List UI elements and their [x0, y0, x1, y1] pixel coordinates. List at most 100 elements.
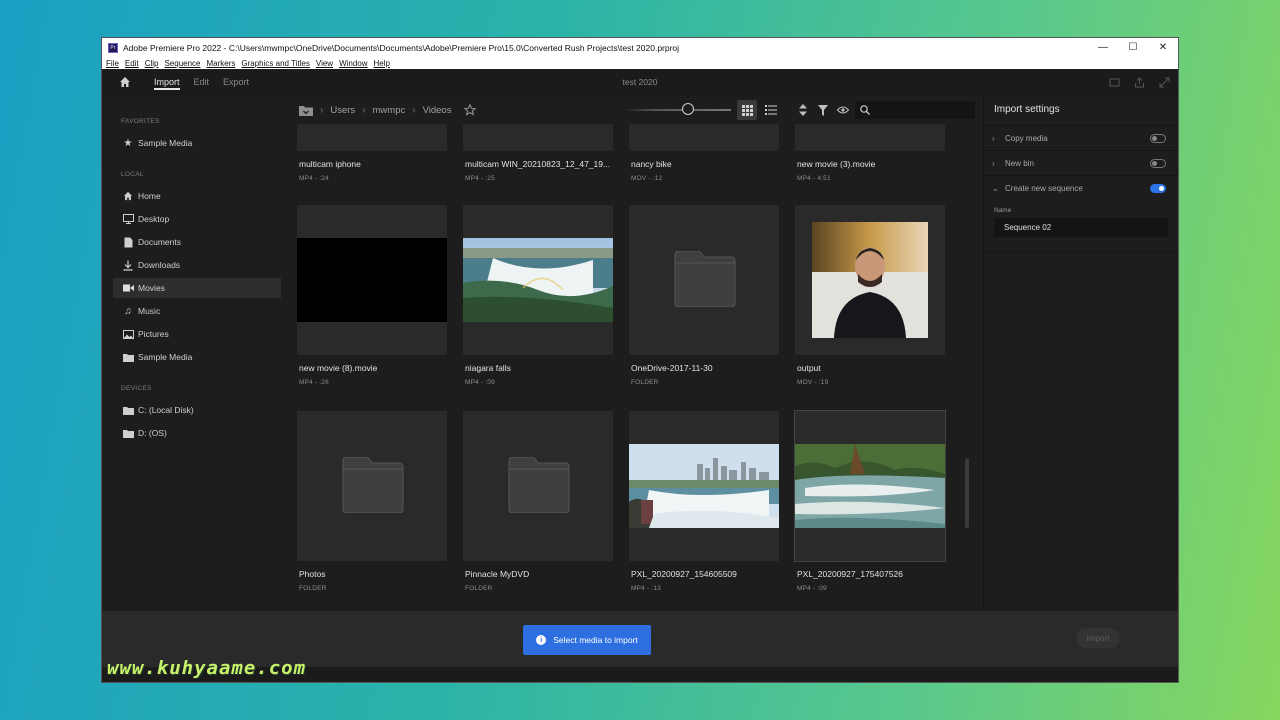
chevron-right-icon: › [992, 158, 995, 168]
breadcrumb: › Users › mwmpc › Videos [299, 104, 477, 116]
new-bin-row[interactable]: › New bin [984, 151, 1178, 176]
breadcrumb-users[interactable]: Users [330, 105, 355, 116]
create-sequence-row[interactable]: ⌄ Create new sequence [984, 176, 1178, 201]
sidebar-item-label: Pictures [138, 329, 169, 339]
thumbnail-size-slider[interactable] [623, 109, 731, 111]
media-thumbnail [297, 205, 447, 355]
sidebar-item-movies[interactable]: Movies [113, 278, 281, 298]
grid-view-button[interactable] [737, 100, 757, 120]
sidebar-item-label: Sample Media [138, 352, 193, 362]
menu-clip[interactable]: Clip [145, 59, 159, 68]
media-tile[interactable]: niagara falls MP4 - :09 [463, 205, 613, 386]
favorite-star-icon[interactable] [464, 104, 477, 116]
project-title: test 2020 [622, 76, 658, 87]
media-tile[interactable]: multicam WIN_20210823_12_47_19... MP4 - … [463, 124, 613, 182]
sidebar-item-music[interactable]: ♫ Music [113, 301, 281, 321]
media-name: Photos [299, 569, 326, 579]
media-meta: MOV - :12 [631, 175, 663, 182]
sidebar-item-documents[interactable]: Documents [113, 232, 281, 252]
sidebar-item-sample-media[interactable]: Sample Media [113, 347, 281, 367]
breadcrumb-separator: › [412, 104, 416, 116]
fullscreen-icon[interactable] [1159, 77, 1170, 88]
media-tile[interactable]: Photos FOLDER [297, 411, 447, 592]
menu-markers[interactable]: Markers [207, 59, 236, 68]
search-input[interactable] [875, 105, 970, 115]
breadcrumb-videos[interactable]: Videos [423, 105, 452, 116]
import-button[interactable]: Import [1076, 628, 1120, 648]
sidebar-item-drive-d[interactable]: D: (OS) [113, 423, 281, 443]
window-title: Adobe Premiere Pro 2022 - C:\Users\mwmpc… [123, 42, 680, 53]
select-media-label: Select media to import [553, 635, 638, 645]
folder-browse-icon[interactable] [299, 105, 313, 116]
sort-button[interactable] [793, 100, 813, 120]
browser-tools [793, 100, 853, 120]
sidebar-item-drive-c[interactable]: C: (Local Disk) [113, 400, 281, 420]
sidebar-item-home[interactable]: Home [113, 186, 281, 206]
import-settings-panel: Import settings › Copy media › New bin ⌄… [983, 96, 1178, 611]
media-thumbnail [629, 205, 779, 355]
media-name: new movie (3).movie [797, 159, 876, 169]
tab-import[interactable]: Import [154, 69, 180, 95]
media-meta: FOLDER [465, 585, 493, 592]
sidebar-item-label: Music [138, 306, 161, 316]
sidebar-item-sample-media-fav[interactable]: ★ Sample Media [113, 133, 281, 153]
media-tile[interactable]: PXL_20200927_154605509 MP4 - :13 [629, 411, 779, 592]
menu-window[interactable]: Window [339, 59, 367, 68]
media-tile[interactable]: new movie (3).movie MP4 - 4:51 [795, 124, 945, 182]
create-sequence-toggle[interactable] [1150, 184, 1166, 193]
import-workspace: FAVORITES ★ Sample Media LOCAL Home Desk… [102, 96, 1178, 611]
list-view-button[interactable] [761, 100, 781, 120]
maximize-button[interactable]: ☐ [1118, 38, 1148, 57]
menu-graphics-titles[interactable]: Graphics and Titles [241, 59, 309, 68]
close-button[interactable]: ✕ [1148, 38, 1178, 57]
chevron-right-icon: › [992, 133, 995, 143]
sidebar-item-downloads[interactable]: Downloads [113, 255, 281, 275]
sidebar-item-pictures[interactable]: Pictures [113, 324, 281, 344]
sequence-name-input[interactable]: Sequence 02 [994, 218, 1168, 237]
media-name: nancy bike [631, 159, 672, 169]
filter-button[interactable] [813, 100, 833, 120]
copy-media-toggle[interactable] [1150, 134, 1166, 143]
share-icon[interactable] [1134, 76, 1145, 88]
visibility-button[interactable] [833, 100, 853, 120]
tab-export[interactable]: Export [223, 69, 249, 95]
folder-icon [342, 457, 404, 513]
select-media-button[interactable]: i Select media to import [523, 625, 651, 655]
media-tile[interactable]: new movie (8).movie MP4 - :26 [297, 205, 447, 386]
sidebar-item-label: Documents [138, 237, 181, 247]
media-tile[interactable]: output MOV - :19 [795, 205, 945, 386]
grid-scrollbar[interactable] [965, 458, 969, 528]
title-bar: Pr Adobe Premiere Pro 2022 - C:\Users\mw… [102, 38, 1178, 57]
create-sequence-label: Create new sequence [1005, 184, 1083, 193]
media-name: output [797, 363, 821, 373]
info-icon: i [536, 635, 547, 645]
sidebar-item-label: D: (OS) [138, 428, 167, 438]
menu-view[interactable]: View [316, 59, 333, 68]
grid-icon [741, 104, 753, 116]
media-tile[interactable]: PXL_20200927_175407526 MP4 - :09 [794, 410, 946, 592]
media-meta: MP4 - :25 [465, 175, 495, 182]
slider-handle[interactable] [682, 103, 694, 115]
media-tile[interactable]: Pinnacle MyDVD FOLDER [463, 411, 613, 592]
media-tile[interactable]: multicam iphone MP4 - :24 [297, 124, 447, 182]
media-tile[interactable]: nancy bike MOV - :12 [629, 124, 779, 182]
menu-edit[interactable]: Edit [125, 59, 139, 68]
download-icon [121, 260, 135, 271]
header-actions [1109, 69, 1170, 95]
person-video-frame [812, 222, 928, 338]
new-bin-toggle[interactable] [1150, 159, 1166, 168]
media-tile[interactable]: OneDrive-2017-11-30 FOLDER [629, 205, 779, 386]
menu-sequence[interactable]: Sequence [164, 59, 200, 68]
tab-edit[interactable]: Edit [194, 69, 210, 95]
media-meta: MOV - :19 [797, 379, 829, 386]
home-icon[interactable] [110, 76, 140, 88]
minimize-button[interactable]: — [1088, 38, 1118, 57]
quick-export-icon[interactable] [1109, 77, 1120, 88]
media-thumbnail [297, 124, 447, 151]
menu-help[interactable]: Help [374, 59, 390, 68]
copy-media-row[interactable]: › Copy media [984, 126, 1178, 151]
panel-divider [984, 251, 1178, 252]
menu-file[interactable]: File [106, 59, 119, 68]
breadcrumb-mwmpc[interactable]: mwmpc [373, 105, 406, 116]
sidebar-item-desktop[interactable]: Desktop [113, 209, 281, 229]
